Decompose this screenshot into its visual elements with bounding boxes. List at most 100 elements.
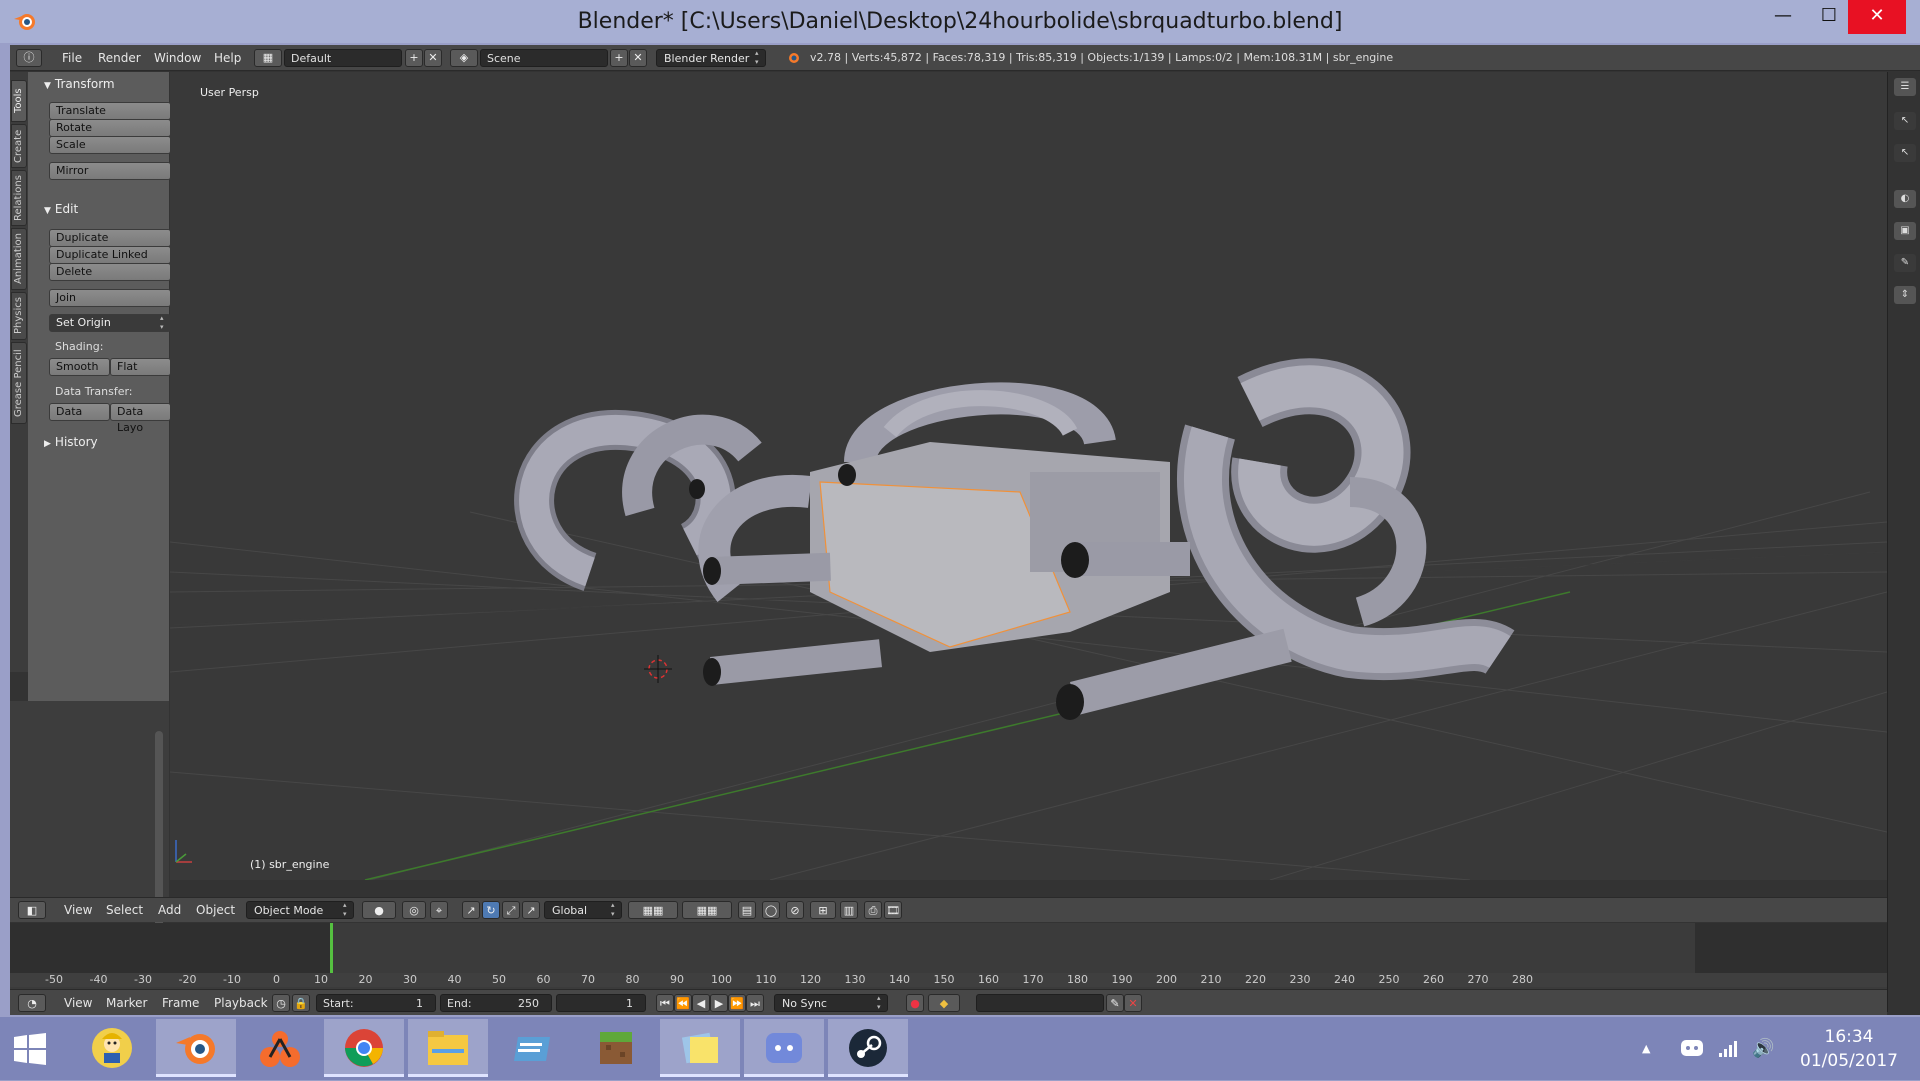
taskbar-unknown-app-icon[interactable] [492,1019,572,1077]
delete-keyframe-icon[interactable]: ✕ [1124,994,1142,1012]
taskbar-fallout-shelter-icon[interactable] [72,1019,152,1077]
timeline-editor-type-icon[interactable]: ◔ [18,994,46,1012]
layout-remove-button[interactable]: ✕ [424,49,442,67]
proportional-edit-icon[interactable]: ◯ [762,901,780,919]
next-keyframe-icon[interactable]: ⏩ [728,994,746,1012]
auto-keyframe-record-icon[interactable]: ● [906,994,924,1012]
current-frame-field[interactable]: 1 [556,994,646,1012]
taskbar-clock[interactable]: 16:34 01/05/2017 [1800,1025,1898,1073]
menu-help[interactable]: Help [214,49,241,67]
brush-icon[interactable]: ✎ [1894,254,1916,272]
duplicate-linked-button[interactable]: Duplicate Linked [49,246,171,264]
active-keying-set-field[interactable] [976,994,1104,1012]
join-button[interactable]: Join [49,289,171,307]
timeline-menu-marker[interactable]: Marker [106,994,147,1012]
3d-viewport[interactable]: User Persp (1) sbr_engine [170,72,1887,880]
tab-tools[interactable]: Tools [11,80,27,122]
outliner-icon[interactable]: ☰ [1894,78,1916,96]
taskbar-blender-icon[interactable] [156,1019,236,1077]
tab-relations[interactable]: Relations [11,170,27,226]
scene-icon[interactable]: ◈ [450,49,478,67]
layer-lock-icon[interactable]: ▤ [738,901,756,919]
tab-create[interactable]: Create [11,124,27,168]
timeline-menu-frame[interactable]: Frame [162,994,199,1012]
play-icon[interactable]: ▶ [710,994,728,1012]
tray-volume-icon[interactable]: 🔊 [1752,1017,1774,1080]
play-reverse-icon[interactable]: ◀ [692,994,710,1012]
toggle-icon[interactable]: ◐ [1894,190,1916,208]
close-button[interactable]: ✕ [1848,0,1906,34]
rotate-manipulator-icon[interactable]: ↻ [482,901,500,919]
taskbar-discord-icon[interactable] [744,1019,824,1077]
shade-smooth-button[interactable]: Smooth [49,358,110,376]
translate-button[interactable]: Translate [49,102,171,120]
scene-remove-button[interactable]: ✕ [629,49,647,67]
duplicate-button[interactable]: Duplicate [49,229,171,247]
taskbar-sticky-notes-icon[interactable] [660,1019,740,1077]
editor-type-icon[interactable]: ◧ [18,901,46,919]
delete-button[interactable]: Delete [49,263,171,281]
manipulator-extra-icon[interactable]: ↗ [522,901,540,919]
scene-add-button[interactable]: + [610,49,628,67]
menu-add[interactable]: Add [158,901,181,919]
scale-manipulator-icon[interactable]: ⤢ [502,901,520,919]
menu-object[interactable]: Object [196,901,235,919]
sync-mode-dropdown[interactable]: No Sync [774,994,888,1012]
menu-select[interactable]: Select [106,901,143,919]
jump-end-icon[interactable]: ⏭ [746,994,764,1012]
shade-flat-button[interactable]: Flat [110,358,171,376]
windows-start-icon[interactable] [14,1033,46,1065]
pin-icon-2[interactable]: ↖ [1894,144,1916,162]
timeline-editor[interactable]: -50 -40 -30 -20 -10 0 10 20 30 40 50 60 70 80 90 100 110… [10,923,1887,1015]
scale-button[interactable]: Scale [49,136,171,154]
insert-keyframe-icon[interactable]: ✎ [1106,994,1124,1012]
tab-animation[interactable]: Animation [11,228,27,290]
snap-target-icon[interactable]: ▥ [840,901,858,919]
tray-discord-icon[interactable] [1680,1039,1704,1057]
scene-field[interactable]: Scene [480,49,608,67]
engine-mesh[interactable] [514,358,1515,720]
timeline-menu-playback[interactable]: Playback [214,994,268,1012]
edit-panel-header[interactable]: ▼ Edit [44,199,174,219]
end-frame-field[interactable]: End: 250 [440,994,552,1012]
render-still-icon[interactable]: ⎙ [864,901,882,919]
manipulator-toggle-icon[interactable]: ⌖ [430,901,448,919]
data-transfer-button[interactable]: Data [49,403,110,421]
timeline-ruler[interactable]: -50 -40 -30 -20 -10 0 10 20 30 40 50 60 70 80 90 100 110… [10,973,1887,987]
layout-add-button[interactable]: + [405,49,423,67]
transform-orientation-dropdown[interactable]: Global [544,901,622,919]
taskbar-file-explorer-icon[interactable] [408,1019,488,1077]
mode-dropdown[interactable]: Object Mode [246,901,354,919]
data-transfer-layout-button[interactable]: Data Layo [110,403,171,434]
snap-element-icon[interactable]: ⊞ [810,901,836,919]
layout-grid-icon[interactable]: ▦ [254,49,282,67]
minimize-button[interactable]: — [1760,0,1806,34]
tray-overflow-icon[interactable]: ▲ [1642,1017,1650,1080]
set-origin-dropdown[interactable]: Set Origin [49,314,171,332]
render-engine-dropdown[interactable]: Blender Render [656,49,766,67]
layout-field[interactable]: Default [284,49,402,67]
taskbar-minecraft-icon[interactable] [576,1019,656,1077]
preview-range-icon[interactable]: ◷ [272,994,290,1012]
viewport-shading-icon[interactable]: ● [362,901,396,919]
menu-file[interactable]: File [62,49,82,67]
taskbar-chrome-icon[interactable] [324,1019,404,1077]
tab-physics[interactable]: Physics [11,292,27,340]
tab-grease-pencil[interactable]: Grease Pencil [11,342,27,424]
lock-range-icon[interactable]: 🔒 [292,994,310,1012]
maximize-button[interactable]: ☐ [1806,0,1852,34]
render-anim-icon[interactable]: 🎞 [884,901,902,919]
snap-toggle-icon[interactable]: ⊘ [786,901,804,919]
taskbar-origin-icon[interactable] [240,1019,320,1077]
scroll-arrows-icon[interactable]: ⇕ [1894,286,1916,304]
start-frame-field[interactable]: Start: 1 [316,994,436,1012]
menu-render[interactable]: Render [98,49,141,67]
timeline-menu-view[interactable]: View [64,994,92,1012]
menu-view[interactable]: View [64,901,92,919]
history-panel-header[interactable]: ▶ History [44,432,174,452]
rotate-button[interactable]: Rotate [49,119,171,137]
menu-window[interactable]: Window [154,49,201,67]
tray-network-icon[interactable] [1718,1039,1740,1057]
mirror-button[interactable]: Mirror [49,162,171,180]
translate-manipulator-icon[interactable]: ↗ [462,901,480,919]
